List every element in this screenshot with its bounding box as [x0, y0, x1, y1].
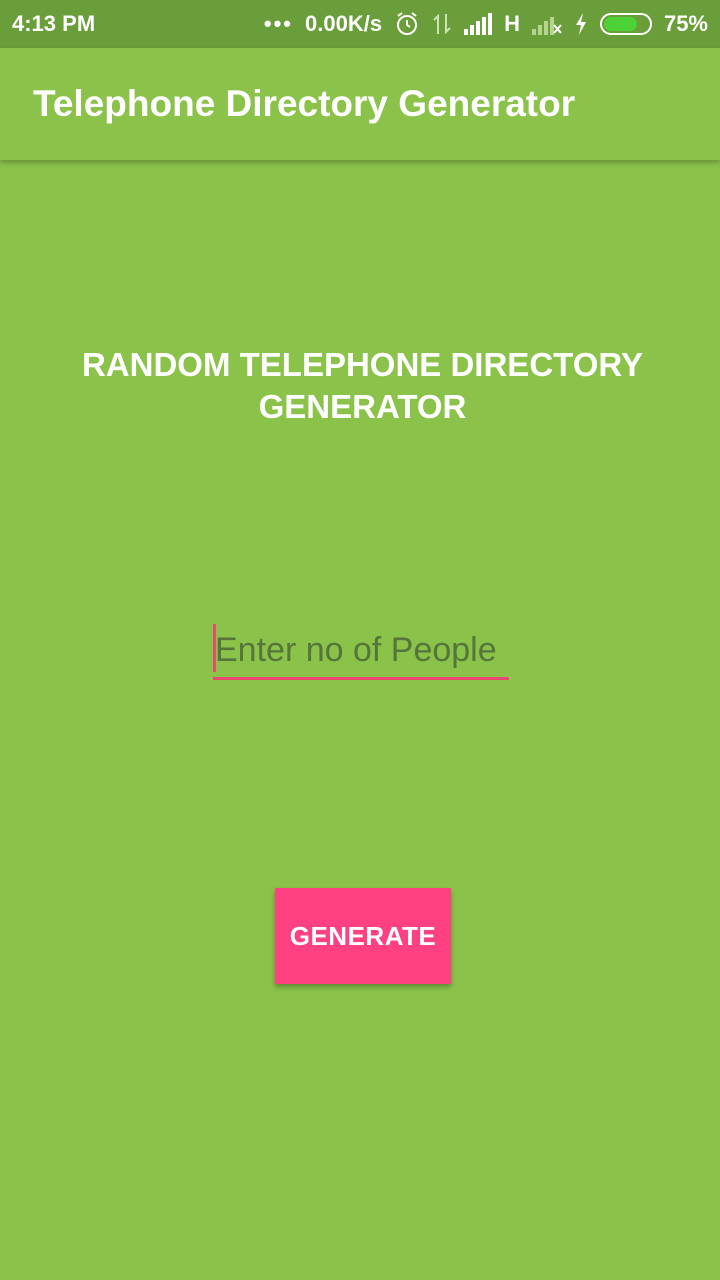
app-bar: Telephone Directory Generator	[0, 48, 720, 160]
people-count-input[interactable]	[213, 622, 509, 678]
generate-button[interactable]: GENERATE	[275, 888, 451, 984]
page-heading: RANDOM TELEPHONE DIRECTORY GENERATOR	[81, 346, 644, 425]
battery-fill	[603, 17, 637, 31]
text-cursor	[213, 624, 216, 672]
charging-icon	[574, 13, 588, 35]
battery-icon	[599, 13, 652, 35]
network-type: H	[504, 11, 520, 36]
status-icons: ••• 0.00K/s H 75%	[264, 11, 708, 37]
app-title: Telephone Directory Generator	[33, 83, 576, 124]
status-bar: 4:13 PM ••• 0.00K/s H 75%	[0, 0, 720, 48]
network-speed: 0.00K/s	[305, 11, 383, 36]
alarm-icon	[394, 11, 420, 37]
signal-no-service-icon	[531, 13, 562, 35]
notification-dots: •••	[263, 11, 293, 36]
status-time: 4:13 PM	[12, 11, 96, 36]
people-count-field	[213, 622, 509, 680]
data-transfer-icon	[432, 12, 452, 36]
battery-percent: 75%	[663, 11, 708, 36]
signal-icon	[464, 13, 493, 35]
